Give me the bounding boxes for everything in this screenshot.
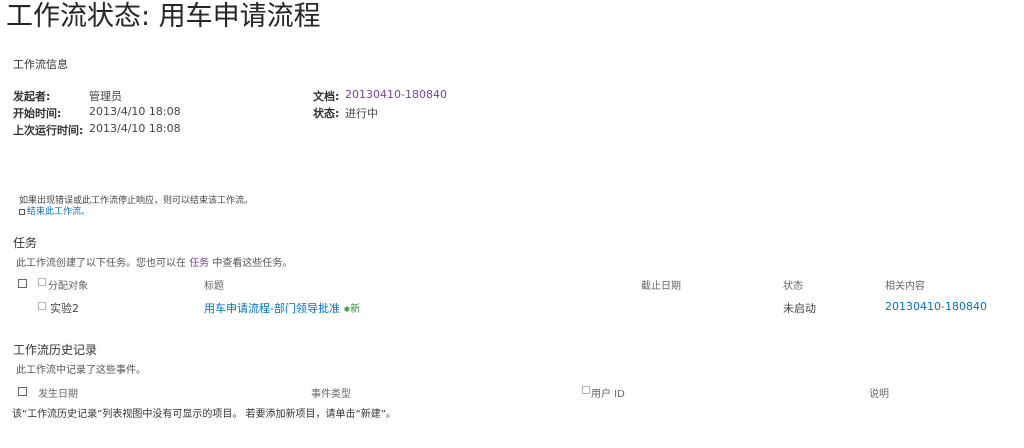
col-title[interactable]: 标题: [204, 277, 224, 292]
col-date[interactable]: 发生日期: [38, 385, 78, 400]
history-heading: 工作流历史记录: [13, 343, 98, 357]
col-due-date[interactable]: 截止日期: [641, 277, 681, 292]
start-time-value: 2013/4/10 18:08: [89, 105, 181, 118]
assigned-column-icon: [38, 278, 46, 286]
tasks-description: 此工作流创建了以下任务。您也可以在 任务 中查看这些任务。: [16, 254, 292, 269]
initiator-label: 发起者:: [13, 90, 51, 103]
tasks-heading: 任务: [13, 236, 38, 250]
user-column-icon: [582, 386, 590, 394]
tasks-description-after: 中查看这些任务。: [212, 258, 293, 269]
document-label: 文档:: [313, 90, 340, 103]
task-title-cell: 用车申请流程-部门领导批准 ✱新: [204, 300, 360, 316]
select-all-history-checkbox[interactable]: [18, 387, 27, 396]
status-value: 进行中: [345, 107, 378, 120]
select-all-tasks-checkbox[interactable]: [18, 279, 27, 288]
document-link[interactable]: 20130410-180840: [345, 88, 447, 101]
status-label: 状态:: [313, 107, 340, 120]
last-run-value: 2013/4/10 18:08: [89, 122, 181, 135]
col-event-type[interactable]: 事件类型: [311, 385, 351, 400]
initiator-value: 管理员: [89, 90, 122, 103]
page-title: 工作流状态: 用车申请流程: [6, 1, 321, 32]
history-description: 此工作流中记录了这些事件。: [16, 365, 146, 376]
row-checkbox[interactable]: [38, 302, 46, 310]
task-related-link[interactable]: 20130410-180840: [885, 300, 987, 313]
new-badge-label: 新: [350, 304, 361, 315]
task-title-link[interactable]: 用车申请流程-部门领导批准: [204, 302, 340, 315]
workflow-info-heading: 工作流信息: [13, 58, 68, 71]
bullet-icon: [19, 208, 25, 215]
col-status[interactable]: 状态: [783, 277, 803, 292]
task-status: 未启动: [783, 302, 816, 315]
task-assigned: 实验2: [50, 302, 79, 315]
col-description[interactable]: 说明: [869, 385, 889, 400]
col-related[interactable]: 相关内容: [885, 277, 925, 292]
terminate-workflow-link[interactable]: 结束此工作流。: [27, 207, 90, 217]
tasks-list-link[interactable]: 任务: [189, 258, 209, 269]
new-badge: ✱新: [343, 304, 360, 315]
table-row[interactable]: 实验2 用车申请流程-部门领导批准 ✱新 未启动 20130410-180840: [0, 296, 1024, 316]
history-empty-message: 该“工作流历史记录”列表视图中没有可显示的项目。 若要添加新项目，请单击“新建”…: [12, 409, 396, 420]
last-run-label: 上次运行时间:: [13, 124, 84, 137]
terminate-row: 结束此工作流。: [19, 204, 90, 217]
tasks-description-before: 此工作流创建了以下任务。您也可以在: [16, 258, 186, 269]
col-user-id[interactable]: 用户 ID: [591, 385, 625, 400]
start-time-label: 开始时间:: [13, 107, 62, 120]
col-assigned[interactable]: 分配对象: [48, 277, 88, 292]
